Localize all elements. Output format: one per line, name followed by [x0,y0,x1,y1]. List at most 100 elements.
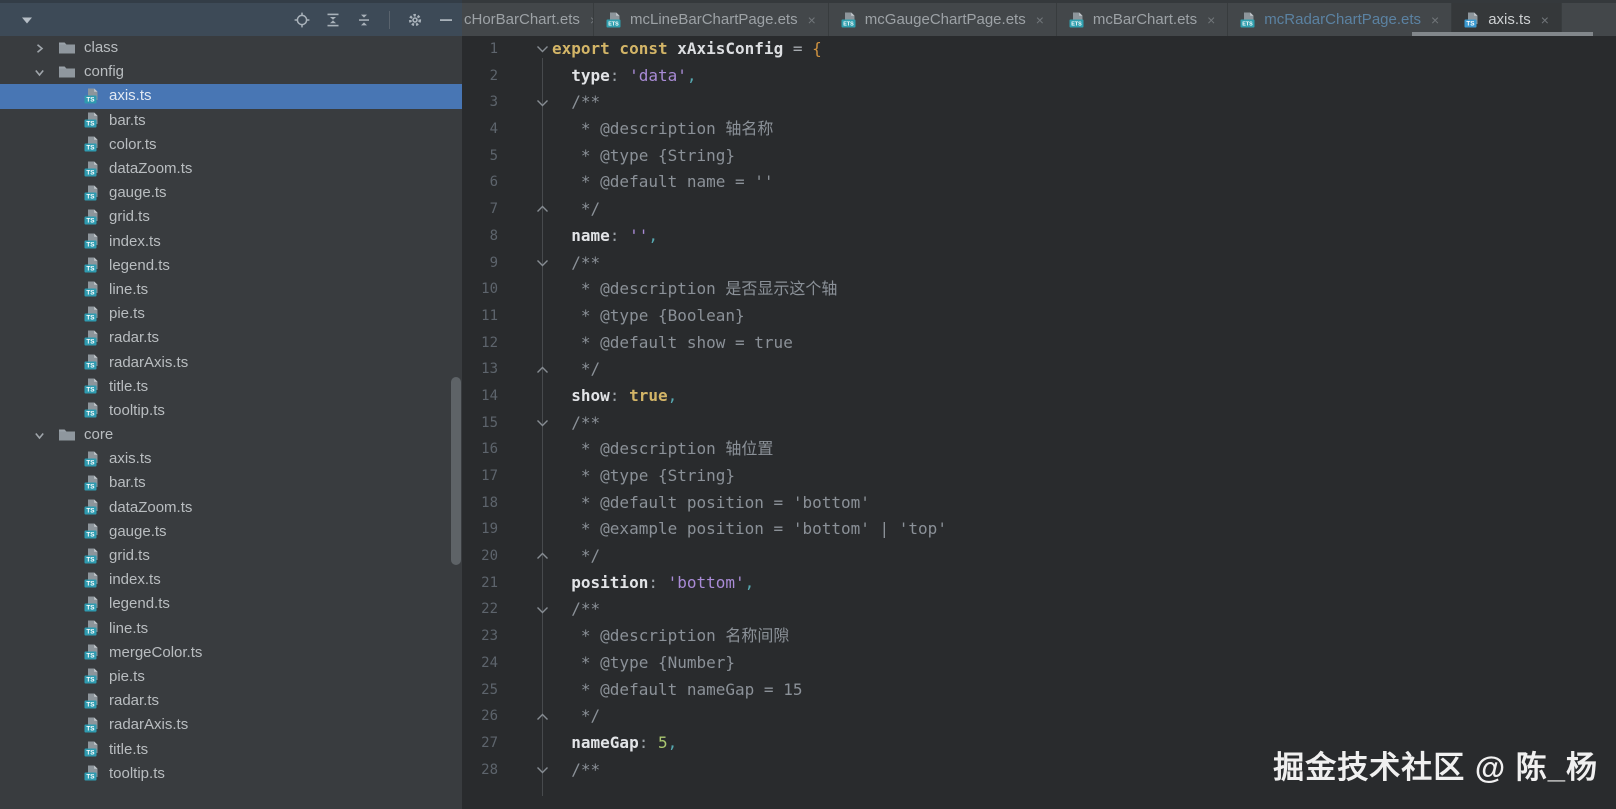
expand-all-icon[interactable] [325,12,341,28]
code-line-17[interactable]: 17 * @type {String} [462,463,1616,490]
tab-close-icon[interactable]: × [1207,12,1215,28]
tree-file-grid.ts[interactable]: TS grid.ts [0,544,462,568]
tree-folder-class[interactable]: class [0,36,462,60]
tab-mcBarChart.ets[interactable]: ETS mcBarChart.ets × [1057,3,1229,36]
tree-file-gauge.ts[interactable]: TS gauge.ts [0,181,462,205]
code-line-1[interactable]: 1 export const xAxisConfig = { [462,36,1616,63]
tab-mcGaugeChartPage.ets[interactable]: ETS mcGaugeChartPage.ets × [829,3,1057,36]
code-line-15[interactable]: 15 /** [462,410,1616,437]
code-line-26[interactable]: 26 */ [462,703,1616,730]
fold-open-icon[interactable] [536,418,549,427]
tree-file-radarAxis.ts[interactable]: TS radarAxis.ts [0,350,462,374]
ets-file-icon: ETS [606,12,623,28]
tree-file-dataZoom.ts[interactable]: TS dataZoom.ts [0,157,462,181]
code-line-5[interactable]: 5 * @type {String} [462,143,1616,170]
line-number: 18 [481,494,498,511]
code-line-19[interactable]: 19 * @example position = 'bottom' | 'top… [462,516,1616,543]
code-line-3[interactable]: 3 /** [462,89,1616,116]
code-line-16[interactable]: 16 * @description 轴位置 [462,436,1616,463]
chevron-right-icon[interactable] [34,42,46,54]
tree-folder-config[interactable]: config [0,60,462,84]
fold-close-icon[interactable] [536,205,549,214]
tree-file-bar.ts[interactable]: TS bar.ts [0,471,462,495]
code-line-9[interactable]: 9 /** [462,250,1616,277]
code-line-20[interactable]: 20 */ [462,543,1616,570]
tree-file-bar.ts[interactable]: TS bar.ts [0,109,462,133]
tree-file-mergeColor.ts[interactable]: TS mergeColor.ts [0,641,462,665]
tree-file-line.ts[interactable]: TS line.ts [0,278,462,302]
tree-file-gauge.ts[interactable]: TS gauge.ts [0,520,462,544]
typescript-file-icon: TS [84,548,101,565]
tree-file-index.ts[interactable]: TS index.ts [0,568,462,592]
tree-item-label: dataZoom.ts [109,498,193,516]
code-line-23[interactable]: 23 * @description 名称间隙 [462,623,1616,650]
panel-chevron-down-icon[interactable] [20,15,34,25]
fold-open-icon[interactable] [536,45,549,54]
collapse-all-icon[interactable] [356,12,372,28]
code-line-11[interactable]: 11 * @type {Boolean} [462,303,1616,330]
code-line-8[interactable]: 8 name: '', [462,223,1616,250]
tree-file-radar.ts[interactable]: TS radar.ts [0,689,462,713]
tree-file-axis.ts[interactable]: TS axis.ts [0,84,462,109]
code-line-12[interactable]: 12 * @default show = true [462,330,1616,357]
fold-open-icon[interactable] [536,605,549,614]
tree-file-legend.ts[interactable]: TS legend.ts [0,254,462,278]
tree-file-axis.ts[interactable]: TS axis.ts [0,447,462,471]
fold-open-icon[interactable] [536,98,549,107]
fold-close-icon[interactable] [536,365,549,374]
gutter [498,303,552,330]
hide-panel-icon[interactable] [438,12,454,28]
code-text: * @example position = 'bottom' | 'top' [552,519,947,539]
locate-icon[interactable] [294,12,310,28]
tree-file-grid.ts[interactable]: TS grid.ts [0,205,462,229]
tree-file-index.ts[interactable]: TS index.ts [0,230,462,254]
tree-file-legend.ts[interactable]: TS legend.ts [0,592,462,616]
code-line-24[interactable]: 24 * @type {Number} [462,650,1616,677]
chevron-down-icon[interactable] [34,66,46,78]
svg-text:TS: TS [86,677,95,684]
code-line-25[interactable]: 25 * @default nameGap = 15 [462,677,1616,704]
tree-file-dataZoom.ts[interactable]: TS dataZoom.ts [0,496,462,520]
code-line-18[interactable]: 18 * @default position = 'bottom' [462,490,1616,517]
line-number: 5 [489,147,498,164]
tab-mcLineBarChartPage.ets[interactable]: ETS mcLineBarChartPage.ets × [594,3,829,36]
tree-file-line.ts[interactable]: TS line.ts [0,617,462,641]
folder-icon [58,64,76,81]
tab-close-icon[interactable]: × [1541,12,1549,28]
tab-close-icon[interactable]: × [1036,12,1044,28]
tree-file-tooltip.ts[interactable]: TS tooltip.ts [0,762,462,786]
tree-file-pie.ts[interactable]: TS pie.ts [0,302,462,326]
code-line-14[interactable]: 14 show: true, [462,383,1616,410]
tab-close-icon[interactable]: × [808,12,816,28]
fold-close-icon[interactable] [536,712,549,721]
line-number: 15 [481,414,498,431]
tree-file-radar.ts[interactable]: TS radar.ts [0,326,462,350]
chevron-down-icon[interactable] [34,429,46,441]
tree-file-tooltip.ts[interactable]: TS tooltip.ts [0,399,462,423]
fold-close-icon[interactable] [536,552,549,561]
code-line-7[interactable]: 7 */ [462,196,1616,223]
code-line-13[interactable]: 13 */ [462,356,1616,383]
code-line-2[interactable]: 2 type: 'data', [462,63,1616,90]
code-line-6[interactable]: 6 * @default name = '' [462,169,1616,196]
tab-close-icon[interactable]: × [1431,12,1439,28]
tree-folder-core[interactable]: core [0,423,462,447]
svg-text:TS: TS [86,145,95,152]
tree-file-title.ts[interactable]: TS title.ts [0,375,462,399]
fold-open-icon[interactable] [536,765,549,774]
tab-cHorBarChart.ets[interactable]: cHorBarChart.ets× [462,3,594,36]
tree-file-radarAxis.ts[interactable]: TS radarAxis.ts [0,713,462,737]
tree-file-title.ts[interactable]: TS title.ts [0,737,462,761]
typescript-file-icon: TS [84,233,101,250]
code-line-22[interactable]: 22 /** [462,596,1616,623]
code-text: show: true, [571,385,678,405]
tree-file-pie.ts[interactable]: TS pie.ts [0,665,462,689]
fold-open-icon[interactable] [536,258,549,267]
code-line-4[interactable]: 4 * @description 轴名称 [462,116,1616,143]
settings-gear-icon[interactable] [407,12,423,28]
code-line-21[interactable]: 21 position: 'bottom', [462,570,1616,597]
tree-file-color.ts[interactable]: TS color.ts [0,133,462,157]
tree-scrollbar[interactable] [451,377,461,565]
code-line-10[interactable]: 10 * @description 是否显示这个轴 [462,276,1616,303]
code-editor[interactable]: 1 export const xAxisConfig = {2 type: 'da… [462,36,1616,809]
